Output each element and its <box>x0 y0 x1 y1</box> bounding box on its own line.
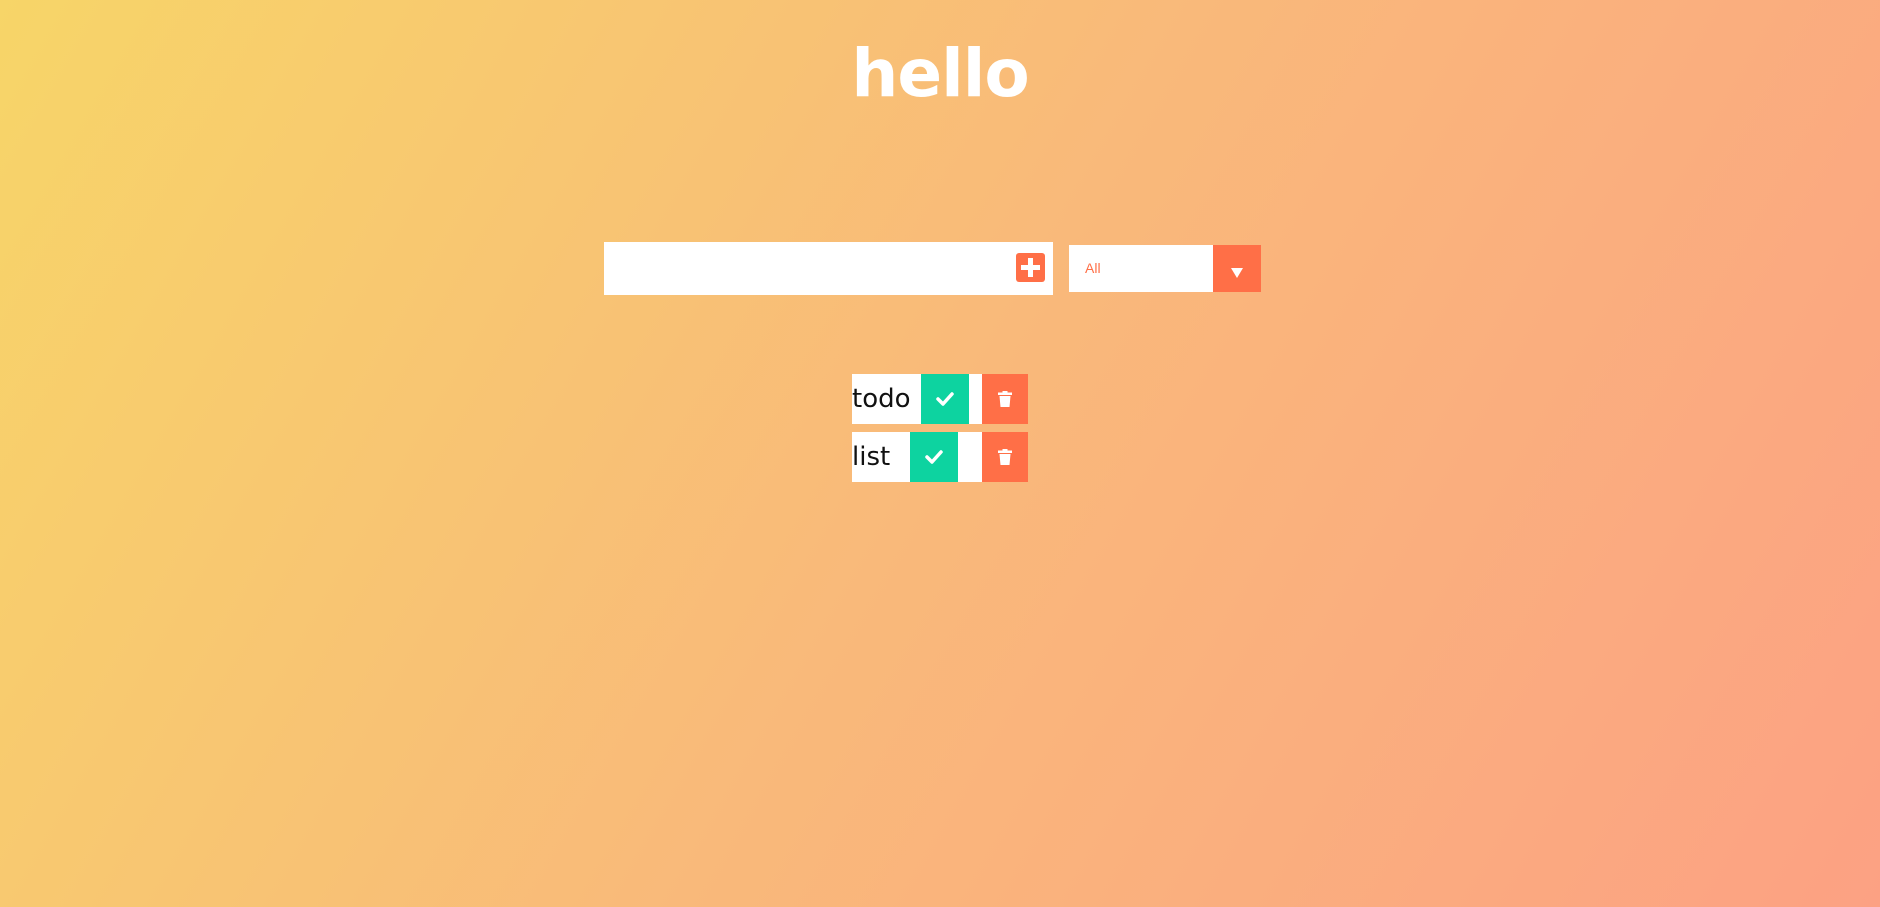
complete-button[interactable] <box>921 374 969 424</box>
complete-button[interactable] <box>910 432 958 482</box>
caret-down-icon <box>1231 268 1243 278</box>
filter-arrow-button[interactable] <box>1213 245 1261 292</box>
todo-item-text: list <box>852 442 891 472</box>
trash-icon <box>998 391 1012 407</box>
todo-item: list <box>852 432 1028 482</box>
todo-form <box>604 242 1053 295</box>
add-todo-button[interactable] <box>1016 253 1045 282</box>
trash-icon <box>998 449 1012 465</box>
todo-input[interactable] <box>604 242 1004 295</box>
filter-selected-value: All <box>1085 260 1101 276</box>
plus-square-icon <box>1021 258 1040 277</box>
todo-list: todo list <box>852 374 1028 490</box>
todo-item-text: todo <box>852 384 911 414</box>
filter-select[interactable]: All <box>1069 245 1261 292</box>
page-title: hello <box>851 35 1029 112</box>
todo-item: todo <box>852 374 1028 424</box>
delete-button[interactable] <box>982 432 1028 482</box>
delete-button[interactable] <box>982 374 1028 424</box>
check-icon <box>936 392 954 406</box>
check-icon <box>925 450 943 464</box>
